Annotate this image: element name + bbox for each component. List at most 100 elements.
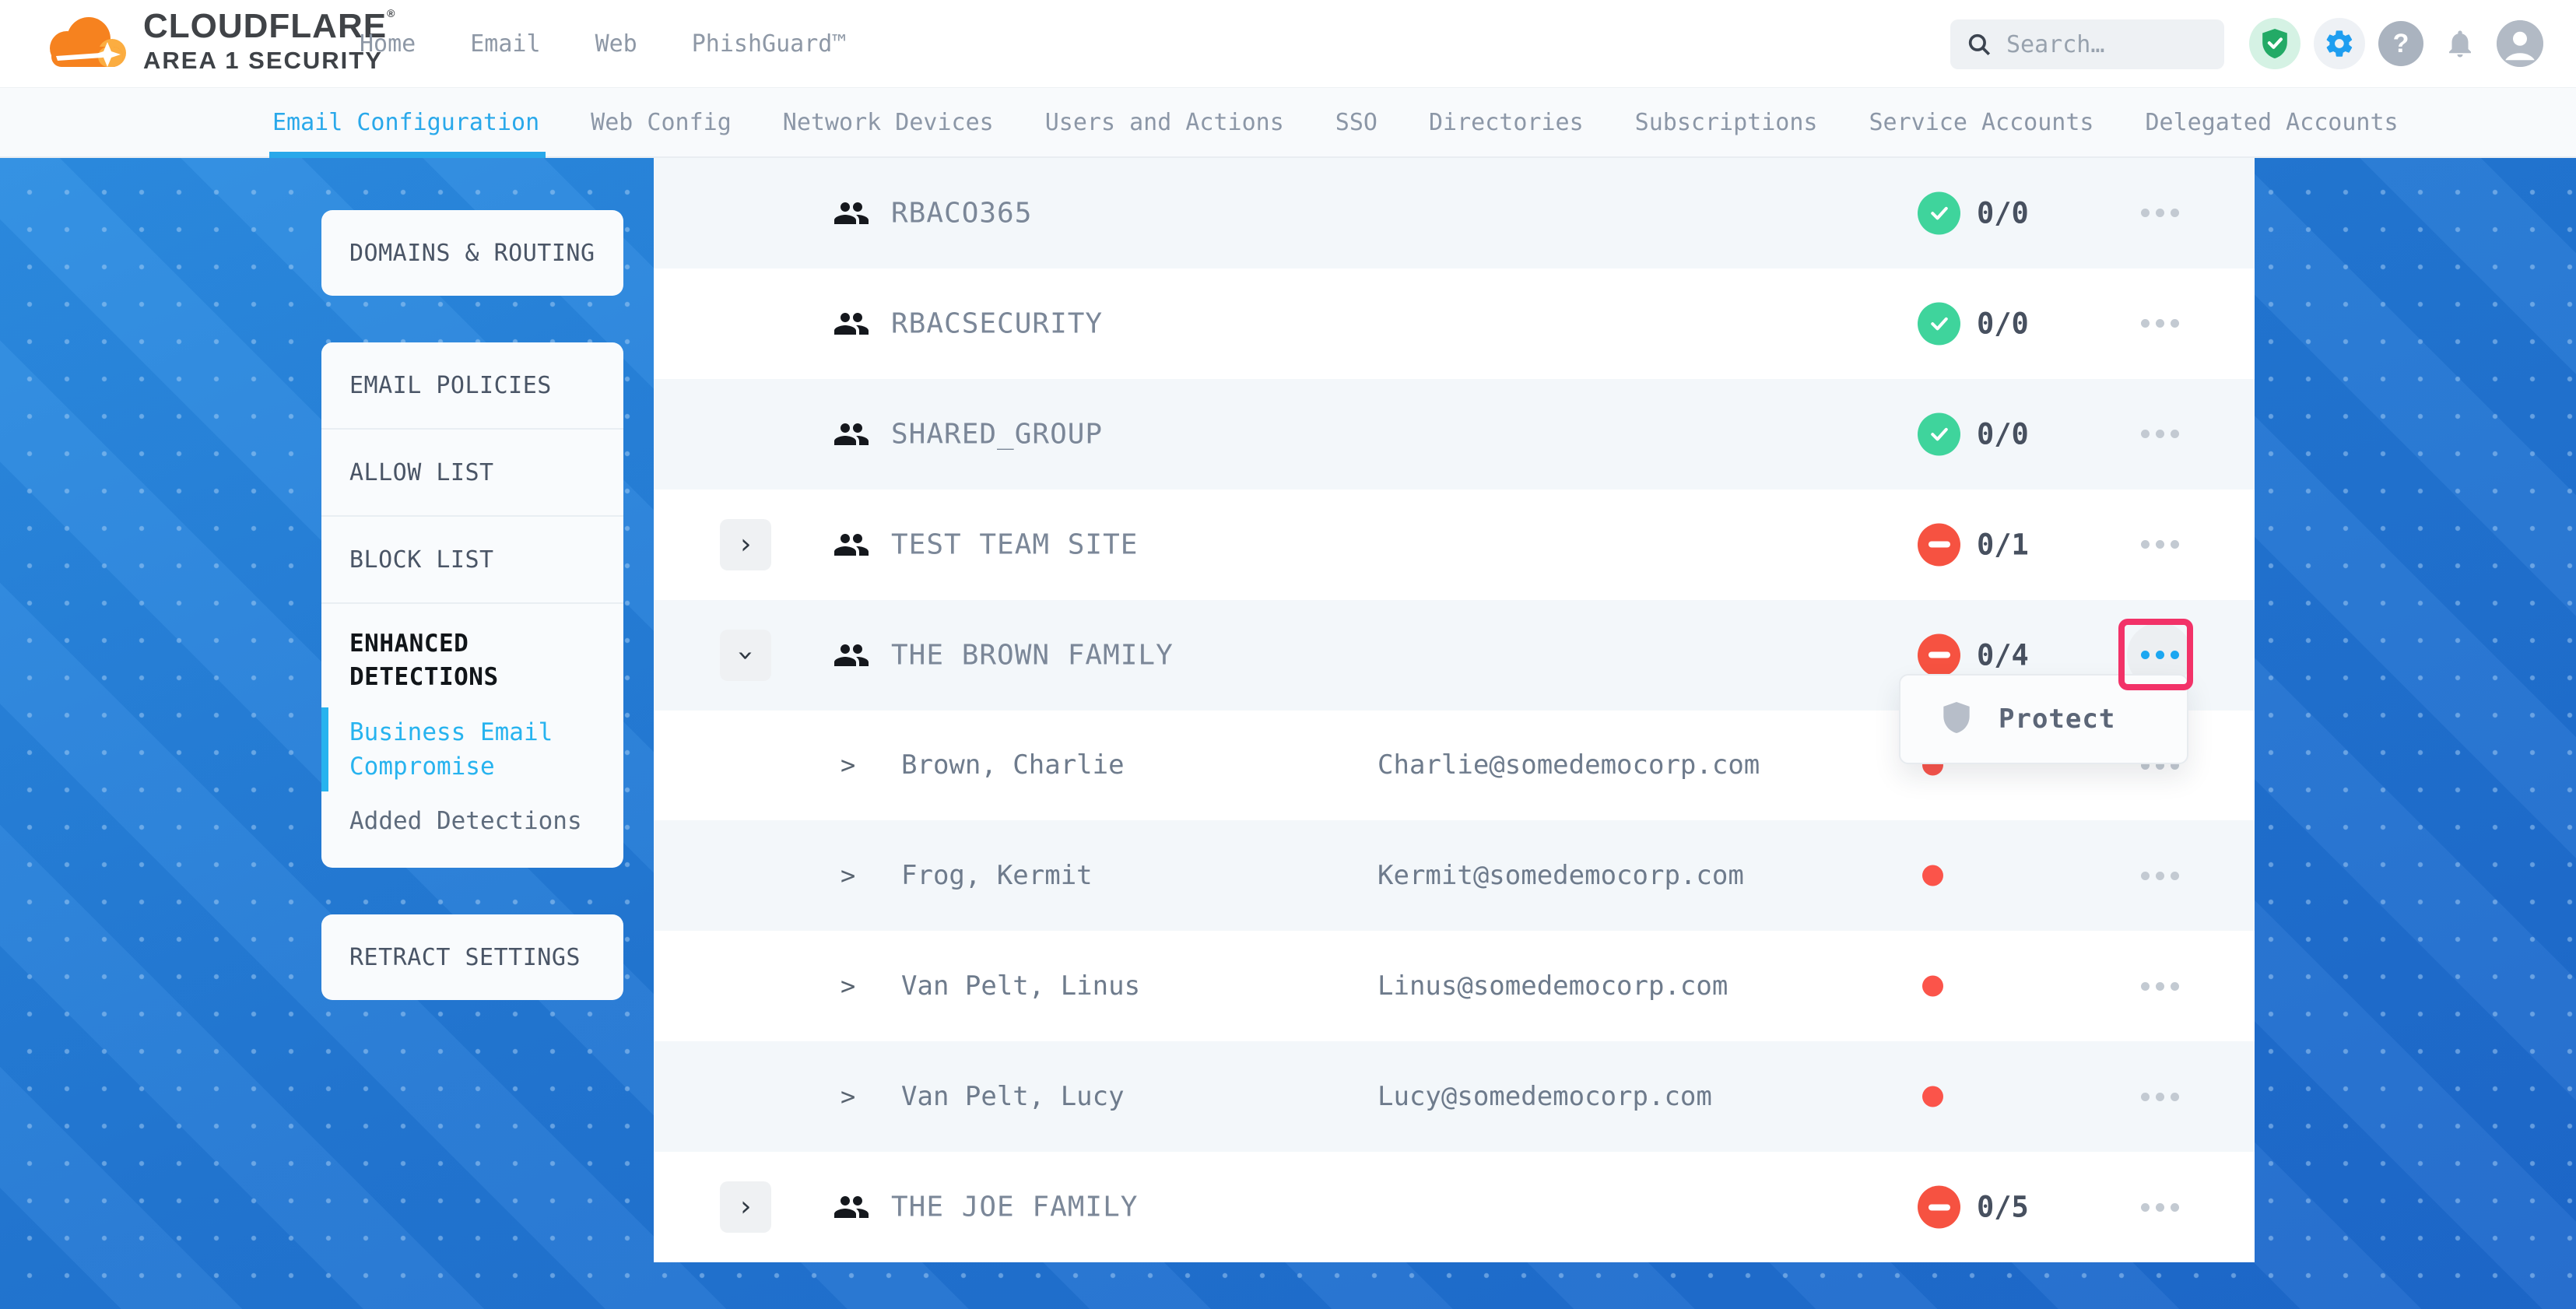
tab-web-config[interactable]: Web Config [591, 88, 732, 156]
group-icon [833, 637, 870, 674]
status-blocked-badge [1918, 523, 1960, 566]
member-chevron-icon[interactable]: > [841, 971, 855, 1001]
member-email: Charlie@somedemocorp.com [1377, 749, 1760, 781]
section-tabs: Email Configuration Web Config Network Dev… [0, 87, 2576, 158]
chevron-icon: › [737, 531, 754, 559]
protected-count: 0/4 [1977, 638, 2029, 672]
table-row-shared-group: SHARED_GROUP0/0 [654, 379, 2255, 490]
table-row-van-pelt-lucy: >Van Pelt, LucyLucy@somedemocorp.com [654, 1041, 2255, 1152]
table-row-van-pelt-linus: >Van Pelt, LinusLinus@somedemocorp.com [654, 931, 2255, 1041]
group-name: RBACSECURITY [891, 307, 1103, 339]
group-icon [833, 416, 870, 453]
sidebar-section-enhanced-detections: ENHANCED DETECTIONS Business Email Compro… [321, 604, 623, 868]
member-email: Lucy@somedemocorp.com [1377, 1081, 1712, 1112]
dot-icon [2171, 1203, 2179, 1212]
sidebar-item-block-list[interactable]: BLOCK LIST [321, 517, 623, 602]
topnav-item-phishguard[interactable]: PhishGuard™ [692, 30, 847, 58]
dot-icon [2141, 1093, 2150, 1101]
group-icon [833, 305, 870, 342]
row-actions-menu-button[interactable] [2127, 512, 2192, 577]
row-actions-menu-button[interactable] [2127, 291, 2192, 356]
avatar-icon[interactable] [2497, 20, 2543, 67]
search-icon [1966, 31, 1992, 58]
tab-service-accounts[interactable]: Service Accounts [1869, 88, 2093, 156]
sidebar-item-enhanced-detections[interactable]: ENHANCED DETECTIONS [349, 627, 595, 695]
sidebar-item-domains-routing[interactable]: DOMAINS & ROUTING [321, 210, 623, 296]
group-name: THE JOE FAMILY [891, 1191, 1138, 1223]
top-navigation: Home Email Web PhishGuard™ [360, 0, 846, 87]
table-row-frog-kermit: >Frog, KermitKermit@somedemocorp.com [654, 820, 2255, 931]
tab-subscriptions[interactable]: Subscriptions [1635, 88, 1818, 156]
status-ok-badge [1918, 302, 1960, 345]
protected-count: 0/5 [1977, 1191, 2029, 1224]
protected-count: 0/0 [1977, 307, 2029, 340]
member-name: Van Pelt, Linus [901, 970, 1140, 1002]
topnav-item-email[interactable]: Email [470, 30, 540, 58]
dot-icon [2156, 540, 2164, 549]
member-chevron-icon[interactable]: > [841, 861, 855, 890]
tab-delegated-accounts[interactable]: Delegated Accounts [2145, 88, 2398, 156]
sidebar-subitem-business-email-compromise[interactable]: Business Email Compromise [321, 715, 623, 784]
brand-name: CLOUDFLARE® [143, 8, 395, 45]
menu-item-label: Protect [1999, 704, 2115, 735]
search-input[interactable] [2006, 31, 2201, 58]
member-chevron-icon[interactable]: > [841, 750, 855, 780]
row-actions-menu-button[interactable] [2127, 1064, 2192, 1129]
dot-icon [2171, 430, 2179, 438]
help-icon[interactable]: ? [2378, 21, 2423, 66]
group-name: RBACO365 [891, 197, 1032, 229]
status-ok-badge [1918, 412, 1960, 455]
dot-icon [2171, 1093, 2179, 1101]
sidebar-item-retract-settings[interactable]: RETRACT SETTINGS [321, 914, 623, 1000]
sidebar-item-allow-list[interactable]: ALLOW LIST [321, 430, 623, 515]
member-name: Brown, Charlie [901, 749, 1125, 781]
dot-icon [2156, 1093, 2164, 1101]
row-actions-menu-button[interactable] [2127, 1174, 2192, 1240]
collapse-button[interactable]: › [720, 630, 771, 681]
dot-icon [2141, 319, 2150, 328]
shield-check-icon[interactable] [2249, 18, 2301, 69]
menu-item-protect[interactable]: Protect [1900, 700, 2187, 738]
row-actions-menu-button[interactable] [2127, 181, 2192, 246]
dot-icon [2156, 209, 2164, 217]
member-chevron-icon[interactable]: > [841, 1082, 855, 1111]
group-icon [833, 1188, 870, 1226]
cloudflare-area1-logo[interactable]: CLOUDFLARE® AREA 1 SECURITY [40, 8, 395, 78]
status-blocked-badge [1918, 633, 1960, 676]
app-header: CLOUDFLARE® AREA 1 SECURITY Home Email Web… [0, 0, 2576, 87]
page-background: DOMAINS & ROUTING EMAIL POLICIESALLOW LI… [0, 158, 2576, 1309]
groups-table: RBACO3650/0RBACSECURITY0/0SHARED_GROUP0/… [654, 158, 2255, 1262]
expand-button[interactable]: › [720, 1181, 771, 1233]
tab-email-configuration[interactable]: Email Configuration [272, 88, 539, 156]
dot-icon [2156, 1203, 2164, 1212]
topnav-item-web[interactable]: Web [595, 30, 637, 58]
row-actions-menu-button[interactable] [2127, 843, 2192, 908]
sidebar-item-email-policies[interactable]: EMAIL POLICIES [321, 342, 623, 428]
minus-icon [1928, 542, 1950, 548]
row-actions-menu-button[interactable] [2127, 953, 2192, 1019]
status-ok-badge [1918, 191, 1960, 234]
table-row-test-team-site: ›TEST TEAM SITE0/1 [654, 490, 2255, 600]
dot-icon [2171, 540, 2179, 549]
shield-icon [1941, 700, 1972, 738]
dot-icon [2141, 1203, 2150, 1212]
tab-sso[interactable]: SSO [1335, 88, 1377, 156]
gear-icon[interactable] [2314, 18, 2365, 69]
row-actions-menu-button[interactable] [2127, 402, 2192, 467]
dot-icon [2156, 319, 2164, 328]
minus-icon [1928, 1204, 1950, 1210]
tab-directories[interactable]: Directories [1429, 88, 1584, 156]
tab-users-and-actions[interactable]: Users and Actions [1045, 88, 1284, 156]
topnav-item-home[interactable]: Home [360, 30, 416, 58]
search-box[interactable] [1950, 19, 2224, 69]
chevron-icon: › [732, 647, 760, 664]
sidebar-subitem-added-detections[interactable]: Added Detections [321, 804, 623, 838]
dot-icon [2141, 430, 2150, 438]
dot-icon [2171, 872, 2179, 880]
group-name: THE BROWN FAMILY [891, 639, 1174, 671]
expand-button[interactable]: › [720, 519, 771, 570]
bell-icon[interactable] [2437, 20, 2483, 67]
dot-icon [2171, 982, 2179, 991]
tab-network-devices[interactable]: Network Devices [783, 88, 994, 156]
protected-count: 0/1 [1977, 528, 2029, 561]
